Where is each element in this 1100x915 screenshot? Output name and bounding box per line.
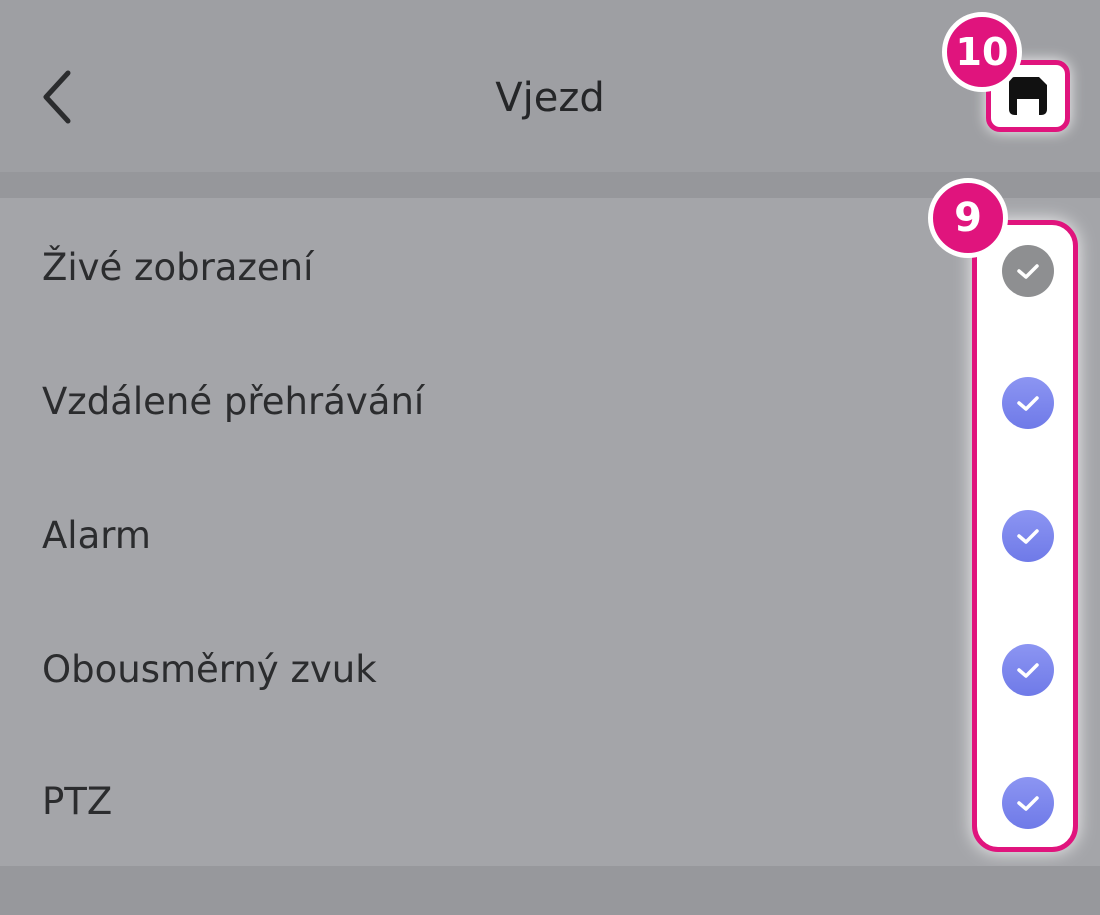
- check-icon: [1017, 663, 1039, 678]
- list-item-label: PTZ: [42, 780, 113, 823]
- callout-badge-checks: 9: [928, 178, 1008, 258]
- list-item-label: Obousměrný zvuk: [42, 648, 377, 691]
- checkbox-remote-playback[interactable]: [1002, 377, 1054, 429]
- header: Vjezd: [0, 0, 1100, 172]
- bottom-band: [0, 866, 1100, 915]
- check-icon: [1017, 796, 1039, 811]
- list-item-label: Vzdálené přehrávání: [42, 380, 425, 423]
- callout-badge-save: 10: [942, 12, 1022, 92]
- checkbox-ptz[interactable]: [1002, 777, 1054, 829]
- list-item[interactable]: Obousměrný zvuk: [0, 600, 1100, 734]
- check-icon: [1017, 264, 1039, 279]
- list-item[interactable]: Alarm: [0, 466, 1100, 600]
- screen: Vjezd 10 Živé zobrazení Vzdálené přehráv…: [0, 0, 1100, 915]
- checkbox-two-way-audio[interactable]: [1002, 644, 1054, 696]
- permission-list: Živé zobrazení Vzdálené přehrávání Alarm…: [0, 198, 1100, 866]
- list-item-label: Alarm: [42, 514, 151, 557]
- list-item-label: Živé zobrazení: [42, 246, 314, 289]
- check-icon: [1017, 396, 1039, 411]
- check-icon: [1017, 529, 1039, 544]
- list-item[interactable]: PTZ: [0, 732, 1100, 866]
- checkbox-live-view[interactable]: [1002, 245, 1054, 297]
- list-item[interactable]: Vzdálené přehrávání: [0, 332, 1100, 466]
- floppy-disk-icon: [1009, 77, 1047, 115]
- page-title: Vjezd: [495, 75, 605, 121]
- checkbox-alarm[interactable]: [1002, 510, 1054, 562]
